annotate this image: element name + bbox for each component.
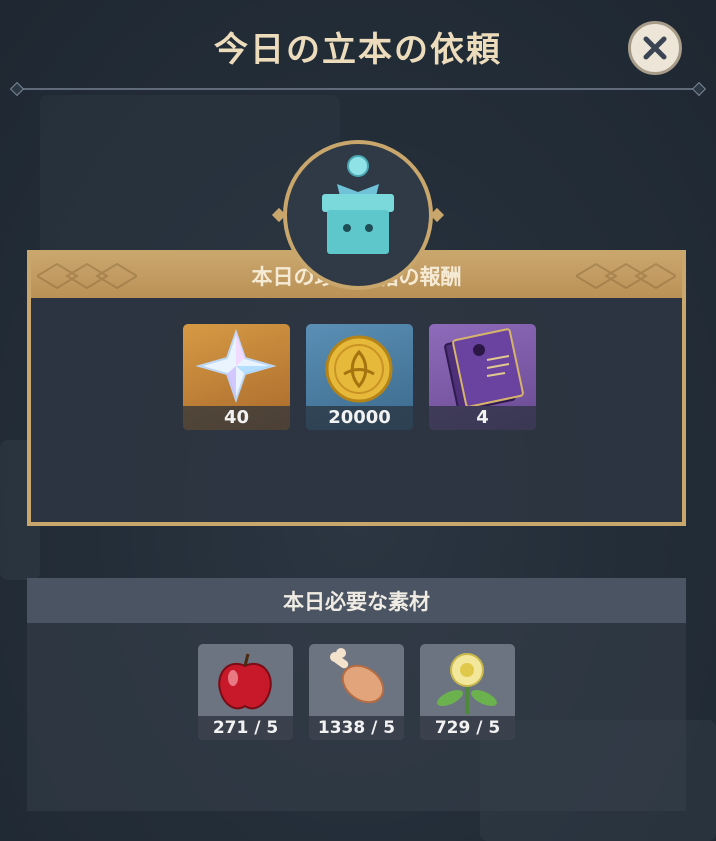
- mora-coin-icon: [325, 335, 393, 403]
- ornament-pattern: [576, 262, 676, 290]
- close-icon: [643, 36, 667, 60]
- materials-panel-title: 本日必要な素材: [283, 589, 430, 614]
- reward-item-count: 4: [429, 406, 536, 430]
- material-item-count: 1338 / 5: [309, 716, 404, 740]
- ornament-pattern: [37, 262, 137, 290]
- primogem-icon: [195, 328, 277, 404]
- materials-panel: 271 / 5 1338 / 5 729 / 5: [27, 623, 686, 811]
- reward-item-primogem[interactable]: 40: [183, 324, 290, 430]
- material-item-apple[interactable]: 271 / 5: [198, 644, 293, 740]
- reward-item-mora[interactable]: 20000: [306, 324, 413, 430]
- material-item-count: 271 / 5: [198, 716, 293, 740]
- reward-item-count: 40: [183, 406, 290, 430]
- materials-panel-header: 本日必要な素材: [27, 578, 686, 623]
- gift-box-icon: [322, 155, 394, 254]
- close-button[interactable]: [628, 21, 682, 75]
- reward-panel: 本日の珍品の箱の報酬 40 20000: [27, 250, 686, 526]
- material-items: 271 / 5 1338 / 5 729 / 5: [198, 644, 515, 740]
- sweet-flower-icon: [437, 653, 497, 714]
- title-divider: [14, 88, 702, 90]
- reward-emblem: [283, 140, 433, 290]
- apple-icon: [218, 653, 272, 710]
- reward-items: 40 20000 4: [183, 324, 536, 430]
- material-item-count: 729 / 5: [420, 716, 515, 740]
- raw-meat-icon: [330, 648, 385, 704]
- material-item-raw-meat[interactable]: 1338 / 5: [309, 644, 404, 740]
- heros-wit-book-icon: [444, 328, 524, 406]
- material-item-sweet-flower[interactable]: 729 / 5: [420, 644, 515, 740]
- reward-item-heros-wit[interactable]: 4: [429, 324, 536, 430]
- reward-item-count: 20000: [306, 406, 413, 430]
- page-title: 今日の立本の依頼: [214, 30, 502, 70]
